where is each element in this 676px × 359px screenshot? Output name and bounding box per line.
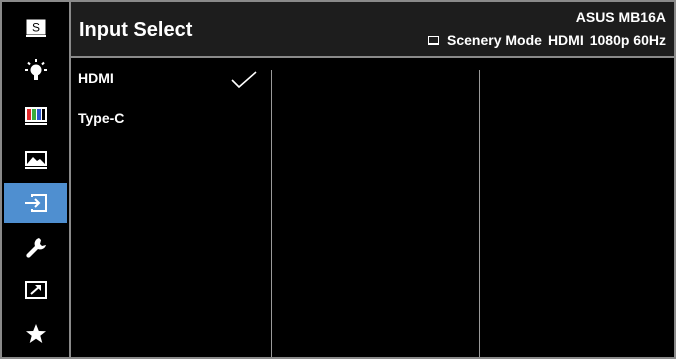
sidebar-item-input-select[interactable] <box>4 183 67 223</box>
osd-menu: S Input Select ASUS MB16A Scenery Mode H… <box>0 0 676 359</box>
svg-text:S: S <box>31 21 39 35</box>
wrench-icon <box>25 238 46 258</box>
column-divider <box>271 70 272 357</box>
header: Input Select ASUS MB16A Scenery Mode HDM… <box>71 2 674 58</box>
splendid-s-icon: S <box>25 19 46 37</box>
sidebar-item-color[interactable] <box>4 96 67 136</box>
color-bars-icon <box>24 107 47 125</box>
checkmark-icon <box>231 71 257 89</box>
column-divider <box>479 70 480 357</box>
monitor-icon <box>428 35 439 45</box>
scenery-mode-label: Scenery Mode <box>447 32 542 48</box>
option-hdmi[interactable]: HDMI <box>78 70 114 86</box>
status-bar: Scenery Mode HDMI 1080p 60Hz <box>428 32 666 48</box>
page-title: Input Select <box>79 19 193 41</box>
sidebar-item-shortcut[interactable] <box>4 271 67 311</box>
menu-content: HDMI Type-C <box>71 58 674 357</box>
sidebar-item-image[interactable] <box>4 140 67 180</box>
monitor-model: ASUS MB16A <box>575 9 666 25</box>
sidebar-item-myfavorite[interactable] <box>4 314 67 354</box>
sidebar-item-blue-light[interactable] <box>4 52 67 92</box>
sidebar-item-splendid[interactable]: S <box>4 8 67 48</box>
resolution-label: 1080p 60Hz <box>589 32 666 48</box>
input-label: HDMI <box>547 32 584 48</box>
blue-light-filter-icon <box>24 59 47 80</box>
sidebar: S <box>2 2 71 357</box>
input-select-icon <box>24 194 47 212</box>
option-type-c[interactable]: Type-C <box>78 110 124 126</box>
shortcut-arrow-icon <box>24 281 47 299</box>
sidebar-item-system-setup[interactable] <box>4 227 67 267</box>
star-icon <box>25 324 46 343</box>
image-icon <box>24 151 47 169</box>
